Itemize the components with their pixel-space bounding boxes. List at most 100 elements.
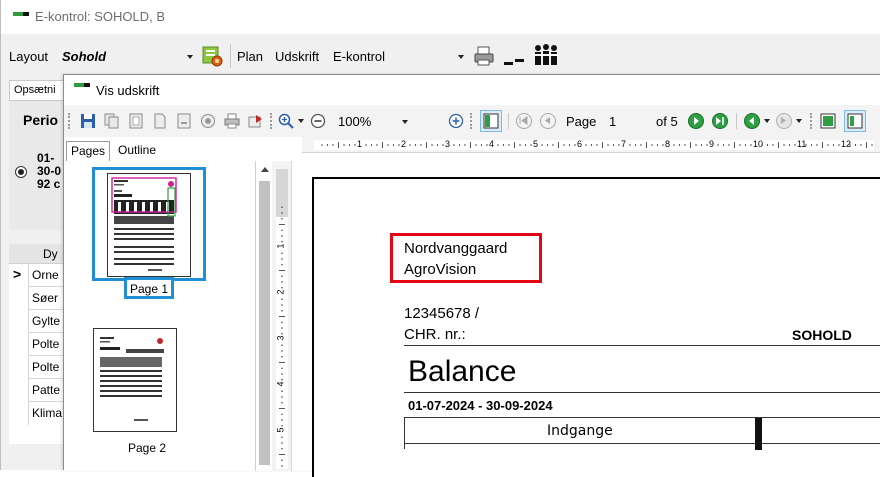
copy-icon[interactable] [104,113,120,129]
document-icon[interactable] [152,113,168,129]
toolbar-grip [68,113,70,129]
grid-cell: Polte [32,360,60,374]
period-radio[interactable] [15,166,27,178]
ruler-numbers: 1 2 3 4 5 [272,161,292,471]
toolbar-grip [810,113,812,129]
chevron-down-icon[interactable] [298,119,304,123]
tab-outline[interactable]: Outline [114,141,160,161]
row-header [9,356,29,379]
plan-settings-icon[interactable] [201,45,223,67]
previous-page-icon[interactable] [540,113,556,129]
zoom-out-icon[interactable] [310,113,326,129]
preview-title-bar: Vis udskrift [64,75,880,105]
save-icon[interactable] [80,113,96,129]
printer-icon[interactable] [473,45,495,67]
back-icon[interactable] [744,113,760,129]
zoom-in-plus-icon[interactable] [448,113,464,129]
opsaetning-tab[interactable]: Opsætni [9,80,64,100]
thumbnail-label-page-2[interactable]: Page 2 [128,441,166,455]
multi-page-view-icon[interactable] [844,110,866,132]
ruler-number: 4 [489,139,495,149]
thumbnails-scrollbar[interactable] [256,161,272,471]
ruler-number: 1 [357,139,363,149]
chr-label: CHR. nr.: [404,326,466,343]
period-line-3: 92 c [37,177,61,191]
chevron-down-icon[interactable] [796,119,802,123]
tab-pages-label: Pages [71,144,106,158]
main-title-bar: E-kontrol: SOHOLD, B [1,0,880,34]
layout-dropdown[interactable]: Sohold [59,44,197,68]
toolbar-separator [736,113,737,129]
grid-cell: Polte [32,337,60,351]
thumbnail-label-page-1[interactable]: Page 1 [124,277,174,299]
table-row[interactable]: Klima [9,402,64,425]
thumbnails-toggle[interactable] [480,110,502,132]
chevron-up-icon[interactable] [261,167,269,172]
first-page-icon[interactable] [516,113,532,129]
udskrift-dropdown[interactable]: E-kontrol [331,44,469,68]
table-row[interactable]: Søer [9,287,64,310]
farm-name: Nordvanggaard [404,240,508,257]
forward-icon[interactable] [776,113,792,129]
table-row-line [405,443,880,444]
table-column-divider [755,418,762,450]
preview-window-title: Vis udskrift [96,83,160,98]
scrollbar-thumb[interactable] [259,181,270,465]
users-icon[interactable] [531,43,561,67]
table-row[interactable]: Polte [9,356,64,379]
grid-cell: Klima [32,406,63,420]
chr-number: 12345678 / [404,305,480,322]
ruler-numbers: 1 2 3 4 5 6 7 8 9 10 11 12 [302,137,880,153]
export-icon[interactable] [248,113,264,129]
zoom-value: 100% [338,114,372,129]
ruler-number: 9 [709,139,715,149]
table-row[interactable]: Patte [9,379,64,402]
period-label: Perio [23,112,59,128]
page-setup-icon[interactable] [128,113,144,129]
document-lines-icon[interactable] [176,113,192,129]
next-page-icon[interactable] [688,113,704,129]
opsaetning-tab-label: Opsætni [14,84,56,96]
date-range: 01-07-2024 - 30-09-2024 [408,398,553,413]
preview-window: Vis udskrift 100% Page 1 of 5 Pages Outl… [63,74,880,477]
chevron-down-icon[interactable] [764,119,770,123]
preview-app-icon [74,83,90,95]
toolbar-separator [508,113,509,129]
zoom-dropdown[interactable]: 100% [332,111,412,131]
page-thumbnail-content [111,177,177,271]
table-row[interactable]: Gylte [9,310,64,333]
toolbar-grip [470,113,472,129]
ruler-number: 5 [275,427,286,433]
ruler-number: 10 [753,139,764,149]
ruler-number: 4 [275,381,286,387]
row-header [9,379,29,402]
tab-outline-label: Outline [118,143,157,157]
plan-label: Plan [237,49,264,64]
document-viewport[interactable]: Nordvanggaard AgroVision 12345678 / CHR.… [292,153,880,477]
divider [404,345,880,346]
record-icon[interactable] [200,113,216,129]
page-input[interactable]: 1 [606,111,646,131]
table-row[interactable]: Polte [9,333,64,356]
grid-cell: Orne [32,268,59,282]
chevron-down-icon [458,55,464,59]
last-page-icon[interactable] [712,113,728,129]
udskrift-value: E-kontrol [333,49,386,64]
grid-header-label: Dy [43,247,58,261]
background-grid: Dy > Orne Søer Gylte Polte Polte Patte Kl… [9,244,64,444]
page-thumbnail[interactable] [93,328,177,432]
ruler-number: 8 [665,139,671,149]
period-panel: Perio 01- 30-0 92 c [9,100,64,230]
ruler-number: 1 [275,243,286,249]
ruler-number: 2 [401,139,407,149]
tab-pages[interactable]: Pages [66,141,111,161]
single-page-view-icon[interactable] [820,113,836,129]
minimize-bars-icon[interactable] [503,50,527,68]
zoom-in-icon[interactable] [278,113,294,129]
row-header: > [9,264,29,287]
page-thumbnail[interactable] [107,173,191,277]
table-row[interactable]: > Orne [9,264,64,287]
company-name: AgroVision [404,261,477,278]
print-icon[interactable] [224,113,240,129]
ruler-number: 11 [797,139,807,149]
